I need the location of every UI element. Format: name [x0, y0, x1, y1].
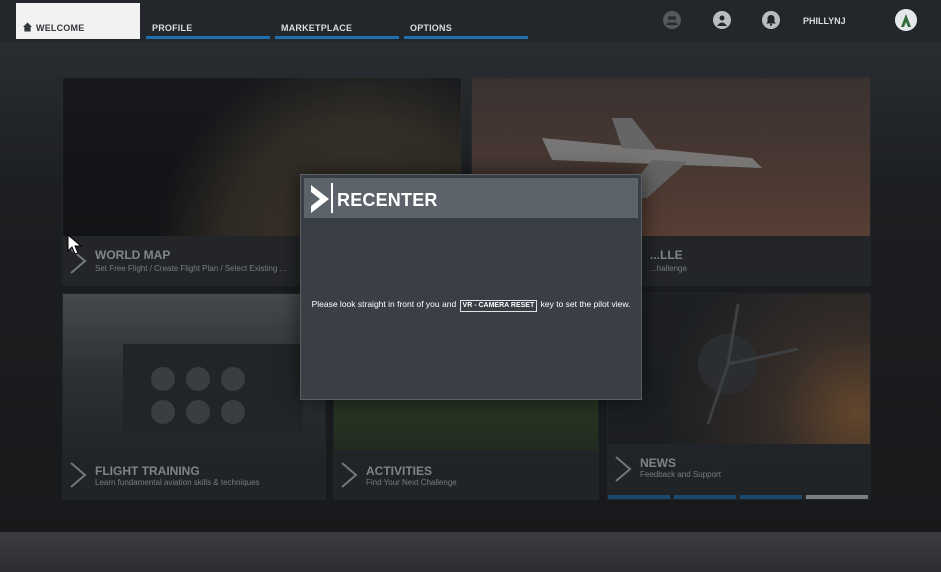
xbox-avatar-icon [895, 9, 917, 31]
home-icon [23, 22, 32, 32]
tab-options-label: OPTIONS [410, 23, 452, 33]
mouse-cursor-icon [67, 234, 83, 255]
user-icon[interactable] [713, 11, 731, 29]
tab-profile[interactable]: PROFILE [146, 3, 270, 39]
news-carousel-indicator[interactable] [608, 495, 870, 499]
tab-options-underline [404, 36, 528, 39]
friends-icon[interactable] [663, 11, 681, 29]
chevron-right-icon [615, 456, 632, 482]
keybind-badge: VR - CAMERA RESET [459, 300, 538, 312]
cockpit-image [63, 294, 325, 450]
tile-title: WORLD MAP [95, 248, 171, 262]
tab-profile-underline [146, 36, 270, 39]
tab-options[interactable]: OPTIONS [404, 3, 528, 39]
tile-subtitle: Learn fundamental aviation skills & tech… [95, 478, 260, 487]
tab-welcome[interactable]: WELCOME [16, 3, 140, 39]
avatar[interactable] [895, 9, 917, 31]
tile-subtitle: Feedback and Support [640, 470, 721, 479]
tile-title: NEWS [640, 456, 676, 470]
tab-marketplace-label: MARKETPLACE [281, 23, 353, 33]
message-text-after: key to set the pilot view. [540, 299, 631, 309]
chevron-right-icon [311, 185, 329, 213]
tab-marketplace-underline [275, 36, 399, 39]
tile-title: FLIGHT TRAINING [95, 464, 200, 478]
tile-subtitle: Find Your Next Challenge [366, 478, 457, 487]
propeller-plane-image [608, 294, 870, 444]
dialog-message: Please look straight in front of you and… [301, 299, 641, 312]
tile-subtitle: Set Free Flight / Create Flight Plan / S… [95, 264, 287, 273]
dialog-header: RECENTER [304, 178, 638, 218]
chevron-right-icon [70, 462, 87, 488]
recenter-dialog: RECENTER Please look straight in front o… [300, 174, 642, 400]
tile-news[interactable]: NEWS Feedback and Support [607, 293, 871, 500]
tile-subtitle: ...hallenge [650, 264, 687, 273]
tab-profile-label: PROFILE [152, 23, 193, 33]
message-text-before: Please look straight in front of you and [311, 299, 457, 309]
tab-welcome-label: WELCOME [36, 23, 85, 33]
tile-title: ACTIVITIES [366, 464, 433, 478]
top-nav-bar: WELCOME PROFILE MARKETPLACE OPTIONS PHIL… [0, 0, 941, 42]
tile-flight-training[interactable]: FLIGHT TRAINING Learn fundamental aviati… [62, 293, 326, 500]
username-label[interactable]: PHILLYNJ [803, 16, 846, 26]
dialog-title: RECENTER [337, 190, 438, 210]
bottom-bar [0, 532, 941, 572]
notification-bell-icon[interactable] [762, 11, 780, 29]
tab-marketplace[interactable]: MARKETPLACE [275, 3, 399, 39]
header-divider [331, 183, 333, 213]
tile-title: ...LLE [650, 248, 683, 262]
chevron-right-icon [341, 462, 358, 488]
